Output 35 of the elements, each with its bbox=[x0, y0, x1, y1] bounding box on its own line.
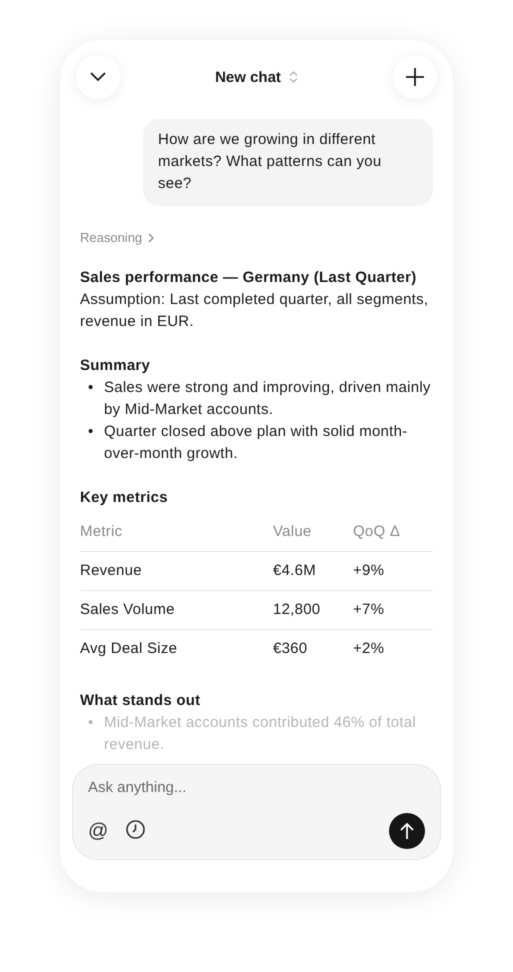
chevron-right-icon bbox=[148, 232, 154, 242]
response-heading: Sales performance — Germany (Last Quarter) bbox=[80, 268, 418, 288]
summary-bullet: Quarter closed above plan with solid month-over-month growth. bbox=[104, 422, 408, 464]
arrow-up-icon bbox=[400, 823, 414, 839]
clock-icon bbox=[126, 820, 146, 838]
assumption-text: Assumption: Last completed quarter, all segments, revenue in EUR. bbox=[80, 290, 430, 332]
bullet-marker: • bbox=[88, 713, 95, 733]
column-header: Metric bbox=[80, 523, 122, 540]
send-button[interactable] bbox=[389, 813, 425, 849]
chat-title[interactable]: New chat bbox=[215, 68, 298, 86]
table-cell: Avg Deal Size bbox=[80, 640, 178, 657]
column-header: QoQ Δ bbox=[353, 523, 400, 540]
table-cell: +7% bbox=[353, 601, 384, 618]
table-cell: €360 bbox=[273, 640, 308, 657]
table-cell: +9% bbox=[353, 562, 384, 579]
table-cell: +2% bbox=[353, 640, 384, 657]
section-heading: Summary bbox=[80, 356, 152, 376]
column-header: Value bbox=[273, 523, 312, 540]
message-input[interactable]: Ask anything... bbox=[88, 779, 425, 796]
mention-button[interactable]: @ bbox=[88, 821, 108, 841]
table-cell: 12,800 bbox=[273, 601, 320, 618]
sort-icon bbox=[288, 71, 298, 83]
chevron-down-icon bbox=[90, 72, 106, 82]
table-cell: Revenue bbox=[80, 562, 142, 579]
section-heading: What stands out bbox=[80, 691, 202, 711]
bullet-marker: • bbox=[88, 422, 95, 442]
bullet-marker: • bbox=[88, 378, 95, 398]
new-chat-button[interactable] bbox=[392, 55, 437, 99]
user-message: How are we growing in different markets? What patterns can you see? bbox=[143, 119, 433, 206]
section-heading: Key metrics bbox=[80, 488, 169, 508]
table-cell: Sales Volume bbox=[80, 601, 175, 618]
summary-bullet: Sales were strong and improving, driven mainly by Mid-Market accounts. bbox=[104, 378, 432, 420]
plus-icon bbox=[406, 68, 424, 86]
table-cell: €4.6M bbox=[273, 562, 316, 579]
insight-bullet: Mid-Market accounts contributed 46% of total revenue. bbox=[104, 713, 417, 755]
